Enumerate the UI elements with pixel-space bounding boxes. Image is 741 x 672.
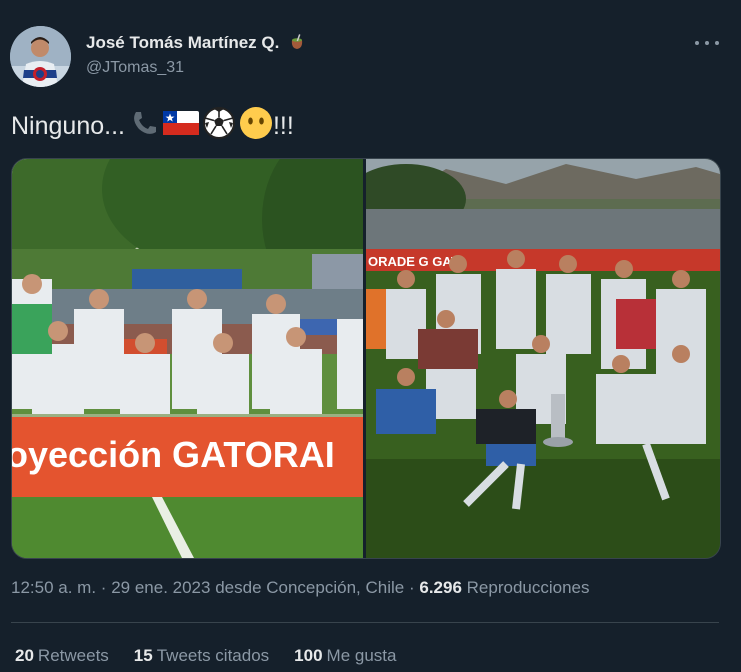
tweet-meta: 12:50 a. m. · 29 ene. 2023 desde Concepc… xyxy=(11,578,590,598)
author-handle[interactable]: @JTomas_31 xyxy=(86,59,184,77)
more-options-button[interactable] xyxy=(695,34,719,52)
tweet-stats: 20 Retweets 15 Tweets citados 100 Me gusta xyxy=(15,646,396,666)
soccer-ball-icon xyxy=(202,106,236,147)
celebration-photo[interactable]: ORADE G GAT xyxy=(366,159,720,558)
quote-tweets-stat[interactable]: 15 Tweets citados xyxy=(134,646,269,666)
dot-icon xyxy=(705,41,709,45)
dot-icon xyxy=(715,41,719,45)
tweet-media[interactable]: oyección GATORAI ORADE G GAT xyxy=(11,158,721,559)
tweet-date[interactable]: 29 ene. 2023 xyxy=(111,578,210,597)
author-name[interactable]: José Tomás Martínez Q. xyxy=(86,33,306,56)
tweet-suffix: !!! xyxy=(272,112,294,140)
tweet-source: desde Concepción, Chile xyxy=(215,578,405,597)
dot-icon xyxy=(695,41,699,45)
divider xyxy=(11,622,719,623)
likes-stat[interactable]: 100 Me gusta xyxy=(294,646,396,666)
chile-flag-icon xyxy=(162,109,199,144)
tweet-time[interactable]: 12:50 a. m. xyxy=(11,578,96,597)
view-count: 6.296 xyxy=(419,578,462,597)
views-label: Reproducciones xyxy=(466,578,590,597)
avatar[interactable] xyxy=(10,26,71,87)
phone-receiver-icon xyxy=(128,107,160,146)
meta-separator: · xyxy=(408,578,415,597)
right-banner-text: ORADE G GAT xyxy=(368,254,459,269)
tweet-text: Ninguno... !!! xyxy=(11,106,294,147)
mate-icon xyxy=(288,33,306,56)
meta-separator: · xyxy=(100,578,107,597)
face-without-mouth-icon xyxy=(239,106,273,147)
left-banner-text: oyección GATORAI xyxy=(12,434,335,475)
team-photo[interactable]: oyección GATORAI xyxy=(12,159,366,558)
retweets-stat[interactable]: 20 Retweets xyxy=(15,646,109,666)
tweet-body: Ninguno... xyxy=(11,112,125,140)
author-display-name[interactable]: José Tomás Martínez Q. xyxy=(86,33,279,52)
